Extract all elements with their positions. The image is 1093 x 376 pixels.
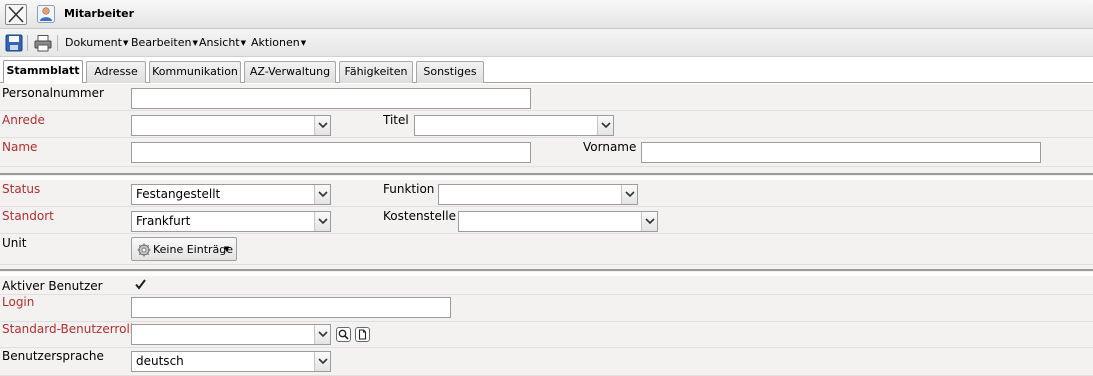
close-button[interactable] <box>5 4 27 25</box>
employee-icon <box>37 5 55 23</box>
benutzerrolle-label: Standard-Benutzerrolle <box>2 322 141 336</box>
chevron-down-icon <box>314 352 330 371</box>
close-icon <box>8 6 24 23</box>
gear-icon <box>137 243 151 257</box>
menu-label: Dokument <box>65 36 122 49</box>
chevron-down-icon <box>597 116 613 135</box>
benutzersprache-value: deutsch <box>136 354 184 368</box>
document-icon <box>358 329 367 340</box>
personalnummer-input[interactable] <box>131 88 531 109</box>
standort-select[interactable]: Frankfurt <box>131 211 331 232</box>
aktiver-benutzer-checkbox[interactable] <box>134 278 147 291</box>
standort-label: Standort <box>2 209 54 223</box>
print-icon[interactable] <box>34 34 52 52</box>
tab-stammblatt[interactable]: Stammblatt <box>3 60 83 83</box>
tab-strip: Stammblatt Adresse Kommunikation AZ-Verw… <box>0 57 1093 83</box>
anrede-select[interactable] <box>131 115 331 136</box>
chevron-down-icon <box>314 185 330 204</box>
standort-value: Frankfurt <box>136 214 191 228</box>
kostenstelle-select[interactable] <box>458 211 658 232</box>
window-titlebar: Mitarbeiter <box>0 0 1093 29</box>
aktiver-benutzer-label: Aktiver Benutzer <box>2 279 103 293</box>
chevron-down-icon <box>314 325 330 344</box>
titel-label: Titel <box>383 113 409 127</box>
tab-adresse[interactable]: Adresse <box>86 61 146 83</box>
unit-button-label: Keine Einträge <box>153 243 234 256</box>
form-row-benutzersprache: Benutzersprache deutsch <box>0 348 1093 376</box>
login-label: Login <box>2 295 35 309</box>
form-row-anrede: Anrede Titel <box>0 111 1093 138</box>
funktion-select[interactable] <box>438 184 638 205</box>
menu-bearbeiten[interactable]: Bearbeiten▼ <box>131 36 198 49</box>
tab-sonstiges[interactable]: Sonstiges <box>416 61 484 83</box>
unit-dropdown-button[interactable]: Keine Einträge ▼ <box>131 237 237 261</box>
name-label: Name <box>2 140 38 154</box>
window-title: Mitarbeiter <box>64 7 135 20</box>
benutzerrolle-select[interactable] <box>131 324 331 345</box>
form-row-standort: Standort Frankfurt Kostenstelle <box>0 207 1093 234</box>
tab-kommunikation[interactable]: Kommunikation <box>149 61 241 83</box>
kostenstelle-label: Kostenstelle <box>383 209 456 223</box>
menu-aktionen[interactable]: Aktionen▼ <box>251 36 306 49</box>
checkmark-icon <box>135 279 146 290</box>
caret-down-icon: ▼ <box>300 39 307 47</box>
menu-label: Aktionen <box>251 36 300 49</box>
form-row-aktiver-benutzer: Aktiver Benutzer <box>0 276 1093 295</box>
open-document-button[interactable] <box>355 327 370 342</box>
form-row-benutzerrolle: Standard-Benutzerrolle <box>0 322 1093 348</box>
section-divider <box>0 269 1093 272</box>
personalnummer-label: Personalnummer <box>2 86 104 100</box>
chevron-down-icon <box>314 116 330 135</box>
vorname-input[interactable] <box>641 142 1041 163</box>
form-row-status: Status Festangestellt Funktion <box>0 180 1093 207</box>
funktion-label: Funktion <box>383 182 435 196</box>
menu-label: Bearbeiten <box>131 36 192 49</box>
chevron-down-icon <box>641 212 657 231</box>
status-value: Festangestellt <box>136 187 221 201</box>
toolbar-separator <box>57 35 58 51</box>
tab-faehigkeiten[interactable]: Fähigkeiten <box>339 61 413 83</box>
form-row-login: Login <box>0 295 1093 322</box>
login-input[interactable] <box>131 297 451 318</box>
search-button[interactable] <box>336 327 351 342</box>
menu-ansicht[interactable]: Ansicht▼ <box>199 36 246 49</box>
menu-label: Ansicht <box>199 36 240 49</box>
caret-down-icon: ▼ <box>122 39 129 47</box>
form-row-name: Name Vorname <box>0 138 1093 167</box>
toolbar-separator <box>27 35 28 51</box>
save-icon[interactable] <box>5 34 23 52</box>
caret-down-icon: ▼ <box>224 245 230 253</box>
status-select[interactable]: Festangestellt <box>131 184 331 205</box>
status-label: Status <box>2 182 41 196</box>
anrede-label: Anrede <box>2 113 45 127</box>
name-input[interactable] <box>131 142 531 163</box>
caret-down-icon: ▼ <box>240 39 247 47</box>
form-row-personalnummer: Personalnummer <box>0 84 1093 111</box>
menu-dokument[interactable]: Dokument▼ <box>65 36 128 49</box>
chevron-down-icon <box>621 185 637 204</box>
vorname-label: Vorname <box>583 140 637 154</box>
caret-down-icon: ▼ <box>192 39 198 47</box>
benutzersprache-select[interactable]: deutsch <box>131 351 331 372</box>
benutzersprache-label: Benutzersprache <box>2 349 104 363</box>
magnifier-icon <box>338 329 349 340</box>
unit-label: Unit <box>2 236 27 250</box>
section-divider <box>0 173 1093 176</box>
tab-az-verwaltung[interactable]: AZ-Verwaltung <box>244 61 336 83</box>
titel-select[interactable] <box>414 115 614 136</box>
toolbar: Dokument▼ Bearbeiten▼ Ansicht▼ Aktionen▼ <box>0 29 1093 57</box>
chevron-down-icon <box>314 212 330 231</box>
